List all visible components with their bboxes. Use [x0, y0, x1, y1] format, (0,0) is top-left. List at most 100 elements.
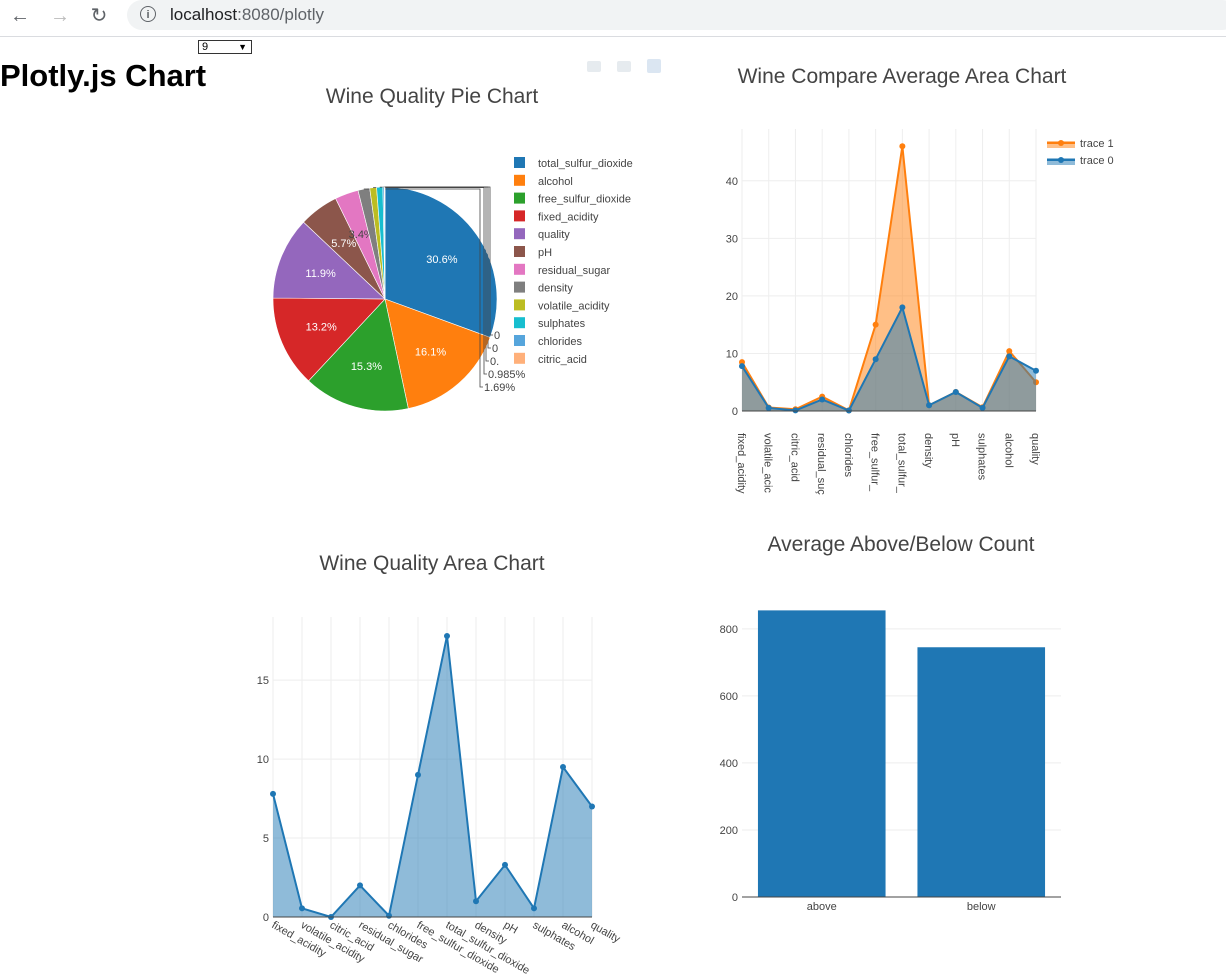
- y-tick-label: 400: [720, 758, 738, 770]
- x-tick-label: below: [967, 901, 996, 913]
- x-tick-label: citric_acid: [788, 433, 800, 482]
- data-point: [299, 905, 305, 912]
- pie-slice-label: 0: [492, 343, 498, 355]
- pie-legend-swatch: [514, 210, 525, 222]
- area-fill: [273, 635, 592, 917]
- pie-legend-label: alcohol: [538, 176, 573, 188]
- data-point: [531, 905, 537, 912]
- y-tick-label: 10: [257, 754, 269, 766]
- pie-legend-swatch: [514, 263, 525, 275]
- pie-legend-swatch: [514, 174, 525, 186]
- compare-chart-title: Wine Compare Average Area Chart: [738, 65, 1067, 88]
- data-point: [473, 898, 479, 905]
- x-tick-label: alcohol: [1002, 433, 1014, 468]
- bar-chart-title: Average Above/Below Count: [768, 533, 1035, 556]
- data-point: [270, 790, 276, 797]
- pie-legend-swatch: [514, 281, 525, 293]
- charts-canvas: Wine Quality Pie Chart 30.6% 16.1% 15.3% 13.…: [257, 65, 1114, 977]
- pie-legend-swatch: [514, 317, 525, 329]
- data-point: [765, 404, 772, 411]
- y-tick-label: 10: [726, 348, 738, 360]
- bar: [757, 610, 886, 897]
- data-point: [899, 143, 906, 150]
- pie-chart-title: Wine Quality Pie Chart: [326, 85, 539, 108]
- x-tick-label: quality: [1029, 433, 1041, 465]
- pie-slice-label: 0: [494, 330, 500, 342]
- pie-legend-label: total_sulfur_dioxide: [538, 158, 633, 170]
- y-tick-label: 0: [732, 406, 738, 418]
- data-point: [589, 803, 595, 810]
- y-tick-label: 800: [720, 624, 738, 636]
- x-tick-label: above: [807, 901, 837, 913]
- legend-marker: [1058, 157, 1064, 163]
- legend-label: trace 0: [1080, 155, 1114, 167]
- quality-chart-title: Wine Quality Area Chart: [319, 552, 544, 575]
- y-tick-label: 5: [263, 833, 269, 845]
- data-point: [1006, 353, 1013, 360]
- pie-legend-swatch: [514, 157, 525, 168]
- pie-slice-label: 16.1%: [415, 346, 446, 358]
- pie-slice-label: 0.: [490, 356, 499, 368]
- pie-legend-label: fixed_acidity: [538, 211, 599, 223]
- data-point: [1006, 348, 1013, 355]
- x-tick-label: free_sulfur_: [869, 433, 881, 492]
- pie-slice-label: 13.2%: [306, 321, 337, 333]
- data-point: [926, 402, 933, 409]
- data-point: [502, 861, 508, 868]
- pie-legend-label: density: [538, 283, 573, 295]
- x-tick-label: density: [922, 433, 934, 468]
- y-tick-label: 20: [726, 291, 738, 303]
- pie-legend-label: chlorides: [538, 336, 583, 348]
- x-tick-label: quality: [589, 919, 623, 946]
- data-point: [872, 356, 879, 363]
- legend-label: trace 1: [1080, 138, 1114, 150]
- data-point: [899, 304, 906, 311]
- pie-legend-swatch: [514, 299, 525, 311]
- pie-legend-swatch: [514, 352, 525, 364]
- data-point: [739, 363, 745, 370]
- data-point: [415, 771, 421, 778]
- pie-slice-label: 0.985%: [488, 369, 526, 381]
- x-tick-label: residual_suç: [815, 433, 827, 495]
- y-tick-label: 15: [257, 675, 269, 687]
- data-point: [444, 632, 450, 639]
- x-tick-label: sulphates: [976, 433, 988, 481]
- x-tick-label: chlorides: [842, 433, 854, 478]
- legend-marker: [1058, 140, 1064, 146]
- y-tick-label: 600: [720, 691, 738, 703]
- data-point: [792, 407, 799, 414]
- data-point: [952, 389, 959, 396]
- bar: [917, 647, 1046, 897]
- pie-legend-label: citric_acid: [538, 354, 587, 366]
- y-tick-label: 40: [726, 176, 738, 188]
- pie-legend-label: pH: [538, 247, 552, 259]
- data-point: [386, 912, 392, 919]
- pie-legend-swatch: [514, 228, 525, 240]
- data-point: [1033, 367, 1039, 374]
- x-tick-label: pH: [949, 433, 961, 447]
- data-point: [979, 404, 986, 411]
- x-tick-label: fixed_acidity: [735, 433, 747, 494]
- pie-legend-label: sulphates: [538, 318, 586, 330]
- pie-slice-label: 30.6%: [426, 254, 457, 266]
- pie-slice-label: 11.9%: [305, 268, 336, 280]
- pie-slice-label: 15.3%: [351, 361, 382, 373]
- x-tick-label: total_sulfur_: [895, 433, 907, 494]
- data-point: [357, 882, 363, 889]
- pie-legend-swatch: [514, 335, 525, 346]
- pie-legend-swatch: [514, 192, 525, 204]
- data-point: [560, 764, 566, 770]
- pie-legend-swatch: [514, 246, 525, 257]
- data-point: [819, 396, 826, 403]
- pie-legend-label: residual_sugar: [538, 265, 610, 277]
- pie-slice-label: 1.69%: [484, 382, 515, 394]
- y-tick-label: 200: [720, 825, 738, 837]
- y-tick-label: 0: [732, 892, 738, 904]
- pie-legend-label: quality: [538, 229, 570, 241]
- y-tick-label: 30: [726, 233, 738, 245]
- x-tick-label: volatile_acic: [762, 433, 774, 493]
- data-point: [872, 321, 879, 328]
- pie-legend-label: volatile_acidity: [538, 300, 610, 312]
- y-tick-label: 0: [263, 912, 269, 924]
- pie-legend-label: free_sulfur_dioxide: [538, 194, 631, 206]
